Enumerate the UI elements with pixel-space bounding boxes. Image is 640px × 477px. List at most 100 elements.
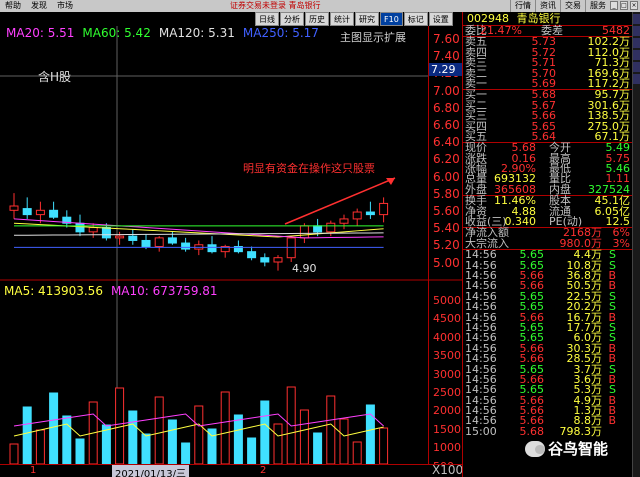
ma-item-0: MA20: 5.51: [6, 26, 75, 40]
toolbar-button-3[interactable]: 统计: [330, 12, 354, 26]
volume-tick: 1000: [433, 441, 461, 455]
date-axis: 1 2021/01/13/三 2 X100: [0, 463, 463, 477]
date-cursor-label: 2021/01/13/三: [112, 465, 190, 477]
price-tick: 5.40: [433, 221, 460, 236]
volume-tick: 4000: [433, 330, 461, 344]
toolbar-button-5[interactable]: F10: [380, 12, 403, 26]
toolbar-button-1[interactable]: 分析: [280, 12, 304, 26]
volume-bar: [22, 406, 32, 465]
kline-chart[interactable]: MA20: 5.51 MA60: 5.42 MA120: 5.31 MA250: 5.…: [0, 26, 462, 466]
tick-time: 15:00: [465, 424, 497, 438]
price-tick: 6.20: [433, 152, 460, 167]
volume-bar: [313, 432, 323, 465]
bid-book: 买一 5.68 95.7万 买二 5.67 301.6万 买三 5.66 138.5万 买四 5.6…: [463, 89, 632, 142]
volume-bar: [326, 395, 336, 465]
volume-bar: [141, 433, 151, 465]
candle-body: [49, 209, 59, 218]
date-label-2: 2: [260, 465, 267, 476]
price-tick: 5.00: [433, 255, 460, 270]
candle-body: [181, 242, 191, 250]
fund-flow: 净流入额 2168万 6% 大宗流入 980.0万 3%: [463, 227, 632, 249]
candle-body: [207, 244, 217, 253]
volume-tick: 3000: [433, 367, 461, 381]
candle-body: [247, 251, 257, 259]
candle-body: [299, 225, 309, 239]
price-axis: 7.607.407.207.006.806.606.406.206.005.80…: [428, 26, 462, 473]
candle-body: [115, 235, 125, 239]
top-nav-3[interactable]: 服务: [585, 0, 610, 12]
candle-body: [260, 257, 270, 263]
ma-legend: MA20: 5.51 MA60: 5.42 MA120: 5.31 MA250: 5.…: [6, 26, 327, 40]
close-icon[interactable]: ×: [630, 1, 638, 10]
toolbar-button-2[interactable]: 历史: [305, 12, 329, 26]
current-price-tag: 7.29: [429, 63, 462, 76]
window-controls: _ □ ×: [610, 1, 638, 10]
volume-tick: 2000: [433, 404, 461, 418]
candle-body: [9, 205, 19, 211]
toolbar-button-0[interactable]: 日线: [255, 12, 279, 26]
volume-bar: [62, 415, 72, 465]
tick-price: 5.68: [519, 424, 545, 438]
candle-body: [167, 237, 177, 244]
toolbar-button-7[interactable]: 设置: [428, 12, 453, 26]
candle-body: [101, 227, 111, 239]
low-price-label: 4.90: [292, 262, 317, 275]
candle-body: [154, 237, 164, 247]
candle-body: [273, 257, 283, 263]
menu-item-1[interactable]: 发现: [26, 0, 52, 12]
volume-bar: [379, 427, 389, 465]
volume-bar: [352, 441, 362, 465]
vol-ma-item-0: MA5: 413903.56: [4, 284, 103, 298]
volume-bar: [194, 405, 204, 465]
top-nav-0[interactable]: 行情: [510, 0, 535, 12]
candle-body: [22, 208, 32, 216]
volume-tick: 5000: [433, 294, 461, 307]
tick-side: B: [608, 414, 616, 428]
volume-bar: [154, 396, 164, 465]
price-tick: 6.00: [433, 169, 460, 184]
ma-item-1: MA60: 5.42: [82, 26, 151, 40]
candle-body: [352, 211, 362, 220]
annotation-arrow: [284, 177, 396, 225]
candle-body: [35, 209, 45, 216]
candle-body: [365, 211, 375, 216]
price-tick: 7.60: [433, 32, 460, 46]
candle-body: [379, 202, 389, 216]
price-tick: 7.00: [433, 83, 460, 98]
top-nav-2[interactable]: 交易: [560, 0, 585, 12]
minimize-icon[interactable]: _: [610, 1, 618, 10]
candle-body: [75, 222, 85, 233]
stat2-value: 0.340: [504, 215, 537, 229]
volume-tick: 3500: [433, 349, 461, 363]
watermark: 谷鸟智能: [525, 438, 608, 459]
price-tick: 5.80: [433, 186, 460, 201]
candle-body: [128, 235, 138, 241]
menu-item-2[interactable]: 市场: [52, 0, 78, 12]
volume-bar: [167, 419, 177, 465]
candle-body: [88, 227, 98, 233]
volume-bar: [339, 418, 349, 465]
price-tick: 5.20: [433, 238, 460, 253]
ma-item-3: MA250: 5.17: [242, 26, 319, 40]
volume-bar: [35, 429, 45, 465]
quote-stats-2: 换手 11.46% 股本 45.1亿 净资 4.88 流通 6.05亿 收益(三) 0.340 PE…: [463, 195, 632, 229]
tick-row[interactable]: 15:00 5.68 798.3万: [463, 424, 632, 438]
right-scrollbar[interactable]: [632, 12, 640, 477]
tick-list[interactable]: 14:56 5.65 4.4万 S 14:56 5.65 10.8万 S 14:56 5.66 36…: [463, 249, 632, 438]
toolbar-button-6[interactable]: 标记: [403, 12, 428, 26]
top-nav-1[interactable]: 资讯: [535, 0, 560, 12]
quote-panel: 002948 青岛银行 委比 21.47% 委差 5482 卖五 5.73 102.…: [462, 12, 632, 477]
quote-stats: 现价 5.68 今开 5.49 涨跌 0.16 最高 5.75 涨幅 2.90% 最低 5.46 总量 6…: [463, 142, 632, 195]
volume-bar: [299, 409, 309, 465]
toolbar-button-4[interactable]: 研究: [355, 12, 379, 26]
menu-item-0[interactable]: 帮助: [0, 0, 26, 12]
show-main-label[interactable]: 主图显示扩展: [340, 29, 406, 45]
volume-tick: 2500: [433, 386, 461, 399]
maximize-icon[interactable]: □: [620, 1, 628, 10]
price-tick: 6.60: [433, 118, 460, 132]
volume-bar: [220, 391, 230, 465]
chart-canvas: [0, 26, 462, 466]
price-tick: 6.80: [433, 100, 460, 115]
candle-body: [326, 222, 336, 233]
window-title: 证券交易未登录 青岛银行: [230, 1, 321, 10]
